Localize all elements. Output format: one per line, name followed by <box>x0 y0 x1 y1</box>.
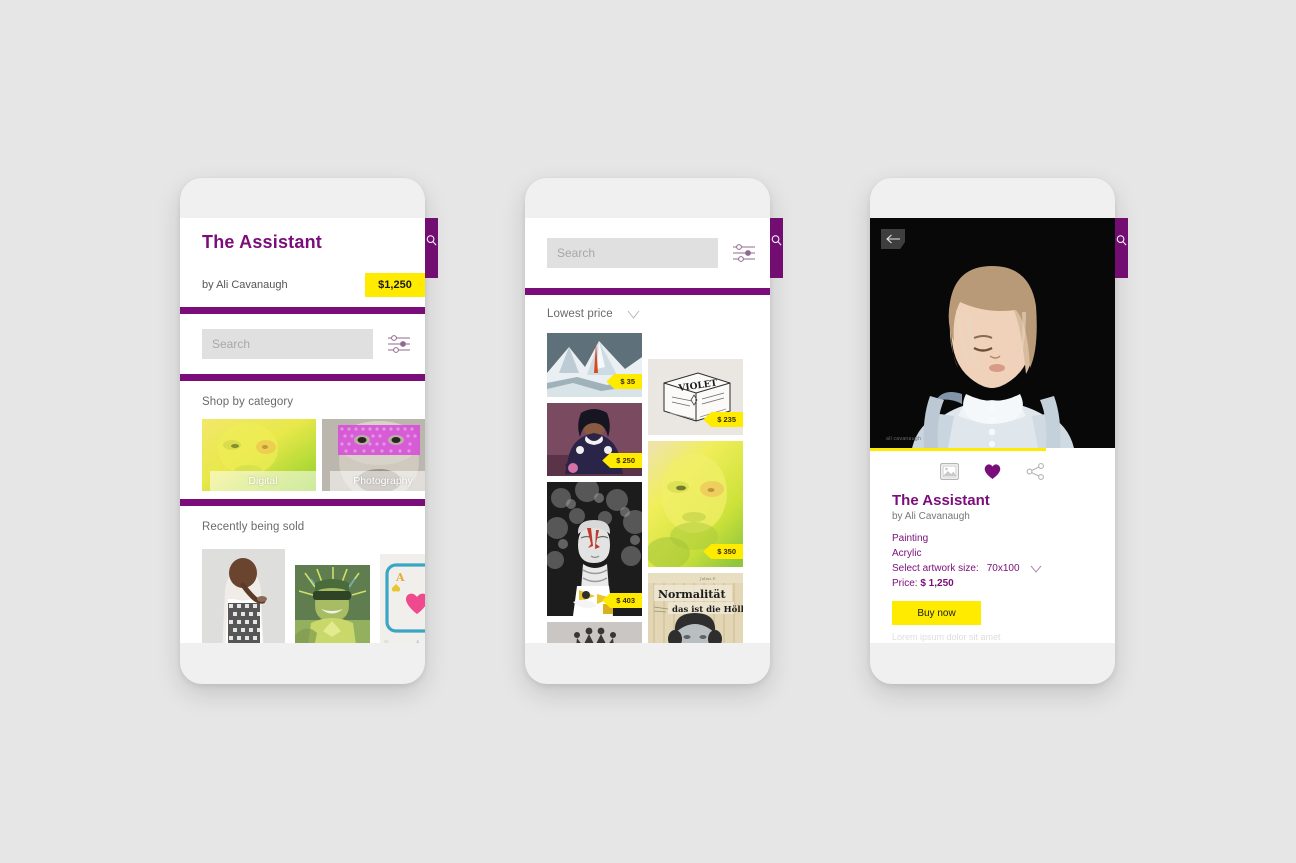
section-divider <box>180 499 425 506</box>
recent-items-row: A ½ A <box>180 549 425 643</box>
sort-label: Lowest price <box>547 308 613 320</box>
phone-mockup-detail: ali cavanaugh The Assistant by Ali Cavan… <box>870 178 1128 684</box>
search-icon <box>771 235 782 246</box>
frame-preview-icon[interactable] <box>940 463 959 480</box>
artwork-title: The Assistant <box>892 492 990 509</box>
page-title: The Assistant <box>202 232 322 252</box>
artwork-card[interactable] <box>547 622 642 643</box>
category-section-header: Shop by category <box>180 381 425 419</box>
size-label: Select artwork size: <box>892 563 979 574</box>
normalitaet-poster-art: Julius F. Normalität das ist die Hölle“ <box>648 573 743 643</box>
size-selector[interactable]: Select artwork size: 70x100 <box>892 561 1115 576</box>
section-divider <box>180 307 425 314</box>
price-value: $ 1,250 <box>920 578 954 589</box>
search-icon <box>1116 235 1127 246</box>
artwork-medium: Painting <box>892 533 929 544</box>
price-tag: $ 403 <box>602 593 642 608</box>
price-row: Price: $ 1,250 <box>892 576 1115 591</box>
phone-mockup-browse: Search Lowest price $ 35 $ 250 $ 403 VIO… <box>525 178 783 684</box>
artwork-detail-screen: ali cavanaugh The Assistant by Ali Cavan… <box>870 218 1115 643</box>
price-tag: $ 235 <box>703 412 743 427</box>
back-button[interactable] <box>881 229 905 249</box>
girl-braid-gingham-art <box>202 549 285 643</box>
detail-footnote: Lorem ipsum dolor sit amet <box>892 632 1001 642</box>
browse-screen: Search Lowest price $ 35 $ 250 $ 403 VIO… <box>525 218 770 643</box>
search-edge-tab[interactable] <box>1115 218 1128 278</box>
hero-artwork[interactable]: ali cavanaugh <box>870 218 1115 448</box>
chevron-down-icon <box>627 310 640 319</box>
search-input[interactable]: Search <box>547 238 718 268</box>
svg-text:Julius F.: Julius F. <box>699 576 716 581</box>
price-tag: $ 350 <box>703 544 743 559</box>
action-row <box>870 451 1115 486</box>
section-divider <box>180 374 425 381</box>
featured-artwork-header[interactable]: The Assistant <box>180 218 425 253</box>
category-tile-photography[interactable]: Photography <box>322 419 425 491</box>
chevron-down-icon <box>1030 565 1041 573</box>
category-tiles: Digital Photography <box>180 419 425 491</box>
category-tile-label: Photography <box>330 471 425 491</box>
size-value: 70x100 <box>986 563 1020 574</box>
sliders-icon[interactable] <box>732 242 756 264</box>
share-icon[interactable] <box>1026 463 1045 480</box>
blindfolded-man-green-art <box>295 565 370 643</box>
search-edge-tab[interactable] <box>425 218 438 278</box>
category-tile-label: Digital <box>210 471 316 491</box>
featured-byline-row: by Ali Cavanaugh $1,250 <box>180 253 425 307</box>
svg-text:A: A <box>395 571 405 584</box>
phone-mockup-home: The Assistant by Ali Cavanaugh $1,250 Se… <box>180 178 438 684</box>
svg-text:das ist die Hölle“: das ist die Hölle“ <box>672 604 743 615</box>
ace-of-hearts-card-art: A ½ A <box>380 554 425 643</box>
mockup-stage: The Assistant by Ali Cavanaugh $1,250 Se… <box>0 0 1296 863</box>
grid-offset-spacer <box>648 333 743 353</box>
category-heading: Shop by category <box>202 396 294 408</box>
svg-text:A: A <box>416 640 420 643</box>
svg-text:½: ½ <box>384 639 389 643</box>
search-input[interactable]: Search <box>202 329 373 359</box>
girl-white-dress-portrait-art: ali cavanaugh <box>870 218 1115 448</box>
grid-column-right: VIOLET $ 235 $ 350 Julius F. Normalität … <box>648 333 743 643</box>
home-screen: The Assistant by Ali Cavanaugh $1,250 Se… <box>180 218 425 643</box>
recent-heading: Recently being sold <box>202 521 305 533</box>
price-badge[interactable]: $1,250 <box>365 273 425 297</box>
list-item[interactable] <box>295 565 370 643</box>
artwork-card[interactable]: $ 250 <box>547 403 642 476</box>
back-arrow-icon <box>885 234 900 244</box>
list-item[interactable]: A ½ A <box>380 554 425 643</box>
artwork-material: Acrylic <box>892 548 922 559</box>
svg-text:ali cavanaugh: ali cavanaugh <box>886 436 921 442</box>
artwork-card[interactable]: Julius F. Normalität das ist die Hölle“ <box>648 573 743 643</box>
sort-control[interactable]: Lowest price <box>525 295 770 333</box>
artwork-card[interactable]: $ 350 <box>648 441 743 567</box>
detail-info: The Assistant by Ali Cavanaugh Painting … <box>870 486 1115 642</box>
list-item[interactable] <box>202 549 285 643</box>
artwork-card[interactable]: VIOLET $ 235 <box>648 359 743 435</box>
artwork-card[interactable]: $ 35 <box>547 333 642 397</box>
buy-now-button[interactable]: Buy now <box>892 601 981 625</box>
search-bar: Search <box>180 314 425 374</box>
grid-column-left: $ 35 $ 250 $ 403 <box>547 333 642 643</box>
heart-icon[interactable] <box>983 463 1002 480</box>
recent-section-header: Recently being sold <box>180 506 425 549</box>
artist-byline: by Ali Cavanaugh <box>202 279 288 291</box>
artwork-card[interactable]: $ 403 <box>547 482 642 616</box>
search-icon <box>426 235 437 246</box>
search-bar: Search <box>525 218 770 288</box>
artist-byline: by Ali Cavanaugh <box>892 511 970 522</box>
crown-sketch-art <box>547 622 642 643</box>
search-edge-tab[interactable] <box>770 218 783 278</box>
section-divider <box>525 288 770 295</box>
sliders-icon[interactable] <box>387 333 411 355</box>
category-tile-digital[interactable]: Digital <box>202 419 316 491</box>
artwork-grid: $ 35 $ 250 $ 403 VIOLET $ 235 $ 350 Juli… <box>525 333 770 643</box>
price-label: Price: <box>892 578 918 589</box>
svg-text:Normalität: Normalität <box>658 588 727 601</box>
price-tag: $ 250 <box>602 453 642 468</box>
